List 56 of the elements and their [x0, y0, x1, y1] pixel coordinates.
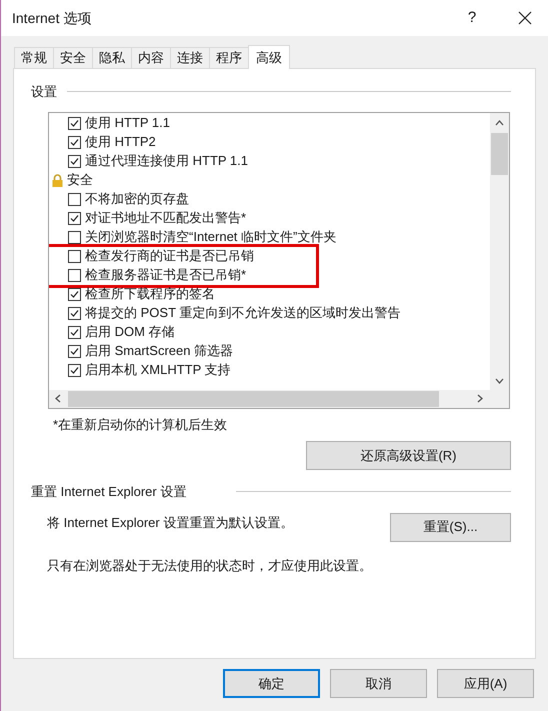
option-label: 检查发行商的证书是否已吊销 [85, 247, 254, 266]
tab[interactable]: 高级 [248, 45, 290, 69]
lock-icon [52, 174, 63, 186]
checkmark-icon [70, 156, 79, 166]
checkmark-icon [70, 328, 79, 336]
vertical-scrollbar[interactable] [490, 112, 509, 390]
checkbox[interactable] [68, 344, 81, 358]
option-label: 使用 HTTP 1.1 [85, 114, 170, 132]
option-label: 启用本机 XMLHTTP 支持 [85, 361, 231, 380]
dialog-button[interactable]: 取消 [330, 669, 427, 698]
checkmark-icon [70, 118, 79, 128]
scroll-thumb[interactable] [68, 390, 439, 406]
checkbox[interactable] [68, 136, 81, 148]
tab[interactable]: 常规 [14, 47, 54, 68]
option-label: 启用 SmartScreen 筛选器 [85, 342, 234, 360]
checkbox[interactable] [68, 268, 81, 282]
horizontal-scrollbar[interactable] [49, 390, 509, 408]
checkbox[interactable] [68, 230, 81, 244]
checkmark-icon [70, 366, 79, 374]
option-label: 不将加密的页存盘 [85, 190, 189, 208]
reset-description: 将 Internet Explorer 设置重置为默认设置。 [47, 514, 294, 532]
checkbox[interactable] [68, 116, 81, 130]
option-label: 启用 DOM 存储 [85, 323, 175, 342]
checkbox[interactable] [68, 192, 81, 206]
section-heading: 设置 [31, 83, 57, 101]
help-button[interactable]: ? [460, 6, 484, 30]
window-title: Internet 选项 [12, 8, 92, 28]
reset-button[interactable]: 重置(S)... [390, 512, 511, 542]
checkbox[interactable] [68, 154, 81, 168]
checkmark-icon [70, 346, 79, 356]
restore-button[interactable]: 还原高级设置(R) [306, 441, 511, 470]
restart-note: *在重新启动你的计算机后生效 [53, 416, 228, 434]
option-label: 通过代理连接使用 HTTP 1.1 [85, 152, 248, 170]
checkbox[interactable] [68, 250, 81, 262]
checkbox[interactable] [68, 326, 81, 338]
option-label: 检查服务器证书是否已吊销* [85, 266, 246, 284]
option-label: 使用 HTTP2 [85, 133, 156, 152]
option-label: 对证书地址不匹配发出警告* [85, 209, 246, 228]
close-icon[interactable] [518, 11, 532, 25]
group-label: 安全 [67, 171, 93, 190]
checkmark-icon [70, 214, 79, 222]
dialog-button[interactable]: 确定 [223, 669, 320, 698]
checkmark-icon [70, 290, 79, 298]
option-label: 关闭浏览器时清空“Internet 临时文件”文件夹 [85, 228, 336, 246]
checkbox[interactable] [68, 306, 81, 320]
scroll-thumb[interactable] [491, 132, 508, 174]
checkmark-icon [70, 138, 79, 146]
option-label: 检查所下载程序的签名 [85, 285, 215, 304]
checkbox[interactable] [68, 288, 81, 300]
section-heading: 重置 Internet Explorer 设置 [31, 483, 186, 501]
option-label: 将提交的 POST 重定向到不允许发送的区域时发出警告 [85, 304, 400, 322]
dialog-button[interactable]: 应用(A) [437, 669, 534, 698]
checkmark-icon [70, 308, 79, 318]
checkbox[interactable] [68, 364, 81, 376]
reset-note: 只有在浏览器处于无法使用的状态时，才应使用此设置。 [46, 556, 373, 574]
checkbox[interactable] [68, 212, 81, 224]
